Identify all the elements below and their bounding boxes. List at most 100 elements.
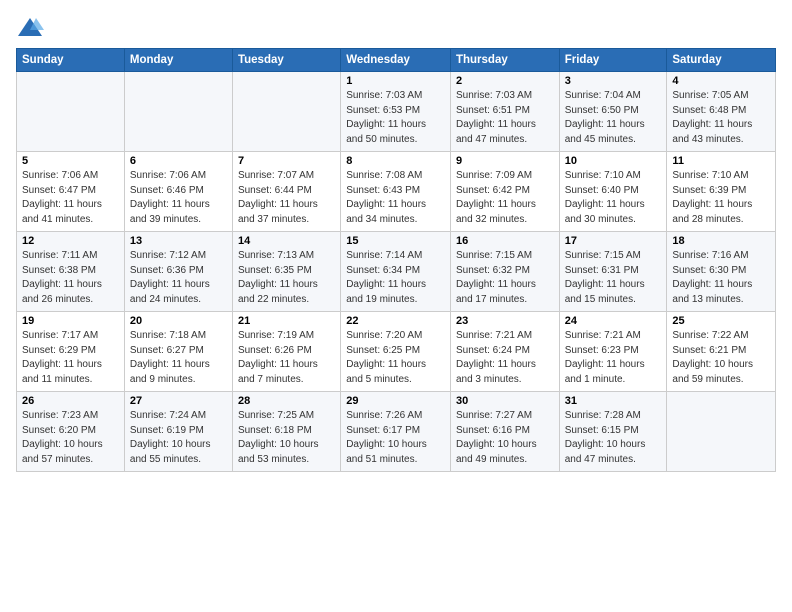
day-cell-31: 31 Sunrise: 7:28 AMSunset: 6:15 PMDayligh… (559, 392, 667, 472)
day-number: 25 (672, 315, 770, 327)
day-cell-27: 27 Sunrise: 7:24 AMSunset: 6:19 PMDayligh… (124, 392, 232, 472)
day-number: 11 (672, 155, 770, 167)
day-cell-2: 2 Sunrise: 7:03 AMSunset: 6:51 PMDaylight… (450, 72, 559, 152)
day-cell-20: 20 Sunrise: 7:18 AMSunset: 6:27 PMDayligh… (124, 312, 232, 392)
day-number: 30 (456, 395, 554, 407)
day-info: Sunrise: 7:07 AMSunset: 6:44 PMDaylight:… (238, 170, 318, 225)
day-info: Sunrise: 7:10 AMSunset: 6:39 PMDaylight:… (672, 170, 752, 225)
day-info: Sunrise: 7:03 AMSunset: 6:53 PMDaylight:… (346, 90, 426, 145)
day-number: 29 (346, 395, 445, 407)
day-info: Sunrise: 7:26 AMSunset: 6:17 PMDaylight:… (346, 410, 427, 465)
day-number: 22 (346, 315, 445, 327)
empty-cell (232, 72, 340, 152)
day-cell-24: 24 Sunrise: 7:21 AMSunset: 6:23 PMDayligh… (559, 312, 667, 392)
day-number: 24 (565, 315, 662, 327)
day-info: Sunrise: 7:06 AMSunset: 6:46 PMDaylight:… (130, 170, 210, 225)
day-info: Sunrise: 7:20 AMSunset: 6:25 PMDaylight:… (346, 330, 426, 385)
day-number: 27 (130, 395, 227, 407)
day-number: 12 (22, 235, 119, 247)
weekday-header-saturday: Saturday (667, 49, 776, 72)
day-cell-17: 17 Sunrise: 7:15 AMSunset: 6:31 PMDayligh… (559, 232, 667, 312)
day-number: 15 (346, 235, 445, 247)
day-cell-3: 3 Sunrise: 7:04 AMSunset: 6:50 PMDaylight… (559, 72, 667, 152)
day-number: 10 (565, 155, 662, 167)
day-cell-25: 25Sunrise: 7:22 AMSunset: 6:21 PMDayligh… (667, 312, 776, 392)
calendar-table: SundayMondayTuesdayWednesdayThursdayFrid… (16, 48, 776, 472)
day-info: Sunrise: 7:21 AMSunset: 6:23 PMDaylight:… (565, 330, 645, 385)
day-number: 19 (22, 315, 119, 327)
day-info: Sunrise: 7:23 AMSunset: 6:20 PMDaylight:… (22, 410, 103, 465)
week-row-4: 26 Sunrise: 7:23 AMSunset: 6:20 PMDayligh… (17, 392, 776, 472)
weekday-header-thursday: Thursday (450, 49, 559, 72)
day-cell-6: 6 Sunrise: 7:06 AMSunset: 6:46 PMDaylight… (124, 152, 232, 232)
day-number: 31 (565, 395, 662, 407)
empty-cell (667, 392, 776, 472)
day-number: 4 (672, 75, 770, 87)
day-cell-18: 18 Sunrise: 7:16 AMSunset: 6:30 PMDayligh… (667, 232, 776, 312)
day-info: Sunrise: 7:08 AMSunset: 6:43 PMDaylight:… (346, 170, 426, 225)
day-cell-30: 30 Sunrise: 7:27 AMSunset: 6:16 PMDayligh… (450, 392, 559, 472)
header (16, 10, 776, 42)
header-row: SundayMondayTuesdayWednesdayThursdayFrid… (17, 49, 776, 72)
day-number: 2 (456, 75, 554, 87)
day-cell-13: 13 Sunrise: 7:12 AMSunset: 6:36 PMDayligh… (124, 232, 232, 312)
logo (16, 14, 48, 42)
day-cell-16: 16 Sunrise: 7:15 AMSunset: 6:32 PMDayligh… (450, 232, 559, 312)
empty-cell (124, 72, 232, 152)
day-info: Sunrise: 7:05 AMSunset: 6:48 PMDaylight:… (672, 90, 752, 145)
day-info: Sunrise: 7:16 AMSunset: 6:30 PMDaylight:… (672, 250, 752, 305)
day-info: Sunrise: 7:13 AMSunset: 6:35 PMDaylight:… (238, 250, 318, 305)
week-row-0: 1 Sunrise: 7:03 AMSunset: 6:53 PMDaylight… (17, 72, 776, 152)
day-cell-11: 11 Sunrise: 7:10 AMSunset: 6:39 PMDayligh… (667, 152, 776, 232)
day-info: Sunrise: 7:27 AMSunset: 6:16 PMDaylight:… (456, 410, 537, 465)
day-info: Sunrise: 7:06 AMSunset: 6:47 PMDaylight:… (22, 170, 102, 225)
day-info: Sunrise: 7:21 AMSunset: 6:24 PMDaylight:… (456, 330, 536, 385)
day-cell-10: 10Sunrise: 7:10 AMSunset: 6:40 PMDayligh… (559, 152, 667, 232)
day-cell-29: 29 Sunrise: 7:26 AMSunset: 6:17 PMDayligh… (341, 392, 451, 472)
weekday-header-wednesday: Wednesday (341, 49, 451, 72)
day-number: 13 (130, 235, 227, 247)
empty-cell (17, 72, 125, 152)
day-number: 7 (238, 155, 335, 167)
week-row-3: 19 Sunrise: 7:17 AMSunset: 6:29 PMDayligh… (17, 312, 776, 392)
day-number: 8 (346, 155, 445, 167)
day-cell-9: 9Sunrise: 7:09 AMSunset: 6:42 PMDaylight… (450, 152, 559, 232)
day-cell-22: 22 Sunrise: 7:20 AMSunset: 6:25 PMDayligh… (341, 312, 451, 392)
day-info: Sunrise: 7:24 AMSunset: 6:19 PMDaylight:… (130, 410, 211, 465)
day-cell-1: 1 Sunrise: 7:03 AMSunset: 6:53 PMDaylight… (341, 72, 451, 152)
day-info: Sunrise: 7:18 AMSunset: 6:27 PMDaylight:… (130, 330, 210, 385)
weekday-header-monday: Monday (124, 49, 232, 72)
logo-icon (16, 14, 44, 42)
day-info: Sunrise: 7:15 AMSunset: 6:31 PMDaylight:… (565, 250, 645, 305)
weekday-header-tuesday: Tuesday (232, 49, 340, 72)
day-number: 9 (456, 155, 554, 167)
day-info: Sunrise: 7:15 AMSunset: 6:32 PMDaylight:… (456, 250, 536, 305)
day-info: Sunrise: 7:17 AMSunset: 6:29 PMDaylight:… (22, 330, 102, 385)
day-number: 3 (565, 75, 662, 87)
day-number: 20 (130, 315, 227, 327)
day-number: 26 (22, 395, 119, 407)
day-cell-26: 26 Sunrise: 7:23 AMSunset: 6:20 PMDayligh… (17, 392, 125, 472)
day-number: 18 (672, 235, 770, 247)
day-info: Sunrise: 7:12 AMSunset: 6:36 PMDaylight:… (130, 250, 210, 305)
week-row-1: 5Sunrise: 7:06 AMSunset: 6:47 PMDaylight… (17, 152, 776, 232)
day-number: 6 (130, 155, 227, 167)
day-info: Sunrise: 7:25 AMSunset: 6:18 PMDaylight:… (238, 410, 319, 465)
day-number: 17 (565, 235, 662, 247)
day-number: 23 (456, 315, 554, 327)
weekday-header-friday: Friday (559, 49, 667, 72)
day-info: Sunrise: 7:04 AMSunset: 6:50 PMDaylight:… (565, 90, 645, 145)
day-cell-28: 28Sunrise: 7:25 AMSunset: 6:18 PMDayligh… (232, 392, 340, 472)
page: SundayMondayTuesdayWednesdayThursdayFrid… (0, 0, 792, 612)
day-info: Sunrise: 7:19 AMSunset: 6:26 PMDaylight:… (238, 330, 318, 385)
day-cell-21: 21 Sunrise: 7:19 AMSunset: 6:26 PMDayligh… (232, 312, 340, 392)
day-info: Sunrise: 7:28 AMSunset: 6:15 PMDaylight:… (565, 410, 646, 465)
day-cell-7: 7 Sunrise: 7:07 AMSunset: 6:44 PMDaylight… (232, 152, 340, 232)
day-cell-19: 19 Sunrise: 7:17 AMSunset: 6:29 PMDayligh… (17, 312, 125, 392)
day-cell-8: 8 Sunrise: 7:08 AMSunset: 6:43 PMDaylight… (341, 152, 451, 232)
day-number: 16 (456, 235, 554, 247)
weekday-header-sunday: Sunday (17, 49, 125, 72)
day-number: 21 (238, 315, 335, 327)
day-info: Sunrise: 7:03 AMSunset: 6:51 PMDaylight:… (456, 90, 536, 145)
day-number: 1 (346, 75, 445, 87)
